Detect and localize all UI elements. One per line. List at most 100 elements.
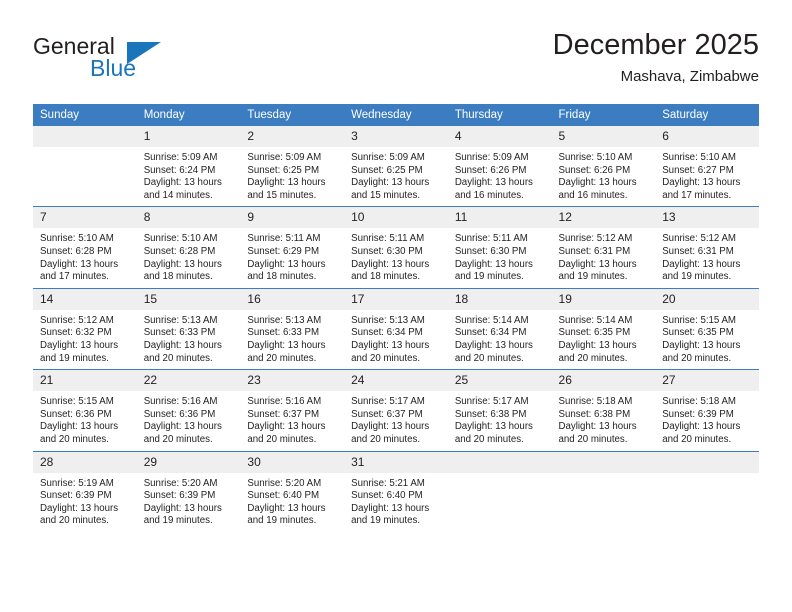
calendar-day-cell[interactable]: 15 Sunrise: 5:13 AM Sunset: 6:33 PM Dayligh…	[136, 287, 241, 370]
sunrise-text: Sunrise: 5:09 AM	[351, 152, 425, 163]
calendar-header-row: Sunday Monday Tuesday Wednesday Thursday Frid…	[33, 104, 759, 126]
daylight-text-cont: and 16 minutes.	[454, 189, 524, 201]
calendar-day-cell[interactable]: 21 Sunrise: 5:15 AM Sunset: 6:36 PM Dayligh…	[33, 369, 137, 451]
day-details: Sunrise: 5:10 AM Sunset: 6:26 PM Daylight:…	[552, 147, 656, 206]
sunset-text: Sunset: 6:25 PM	[351, 164, 423, 176]
day-details: Sunrise: 5:09 AM Sunset: 6:26 PM Daylight:…	[448, 147, 552, 206]
page-subtitle: Mashava, Zimbabwe	[620, 68, 759, 85]
sunrise-text: Sunrise: 5:14 AM	[558, 314, 633, 326]
calendar-day-cell[interactable]: 16 Sunrise: 5:13 AM Sunset: 6:33 PM Dayligh…	[240, 287, 345, 370]
calendar-week-row: 28 Sunrise: 5:19 AM Sunset: 6:39 PM Dayligh…	[33, 450, 759, 532]
calendar-day-cell[interactable]: 13 Sunrise: 5:12 AM Sunset: 6:31 PM Dayligh…	[655, 206, 759, 289]
daylight-text-cont: and 18 minutes.	[351, 271, 421, 283]
daylight-text: Daylight: 13 hours	[351, 421, 430, 433]
day-details: Sunrise: 5:10 AM Sunset: 6:28 PM Daylight:…	[33, 228, 137, 287]
calendar-day-cell[interactable]: 26 Sunrise: 5:18 AM Sunset: 6:38 PM Dayligh…	[551, 369, 656, 451]
calendar-day-cell[interactable]: 8 Sunrise: 5:10 AM Sunset: 6:28 PM Daylight…	[136, 206, 241, 289]
daylight-text-cont: and 20 minutes.	[40, 433, 109, 445]
day-details: Sunrise: 5:10 AM Sunset: 6:28 PM Daylight:…	[137, 228, 241, 287]
sunset-text: Sunset: 6:28 PM	[40, 245, 112, 257]
calendar-day-cell[interactable]: 25 Sunrise: 5:17 AM Sunset: 6:38 PM Dayligh…	[447, 369, 552, 451]
daylight-text: Daylight: 13 hours	[351, 177, 430, 189]
day-details: Sunrise: 5:11 AM Sunset: 6:30 PM Daylight:…	[448, 228, 552, 287]
weekday-header-friday: Friday	[551, 104, 656, 126]
calendar-day-cell[interactable]: 19 Sunrise: 5:14 AM Sunset: 6:35 PM Dayligh…	[551, 287, 656, 370]
daylight-text-cont: and 19 minutes.	[558, 271, 628, 283]
day-number: 10	[344, 207, 448, 229]
calendar-day-cell[interactable]: 7 Sunrise: 5:10 AM Sunset: 6:28 PM Daylight…	[33, 206, 137, 289]
day-details: Sunrise: 5:13 AM Sunset: 6:33 PM Daylight:…	[240, 310, 344, 369]
sunset-text: Sunset: 6:30 PM	[454, 245, 527, 257]
sunrise-text: Sunrise: 5:09 AM	[143, 152, 218, 163]
day-details: Sunrise: 5:12 AM Sunset: 6:31 PM Daylight:…	[655, 228, 759, 287]
sunrise-text: Sunrise: 5:16 AM	[143, 396, 218, 408]
calendar-day-cell[interactable]: 5 Sunrise: 5:10 AM Sunset: 6:26 PM Daylight…	[551, 126, 656, 207]
calendar-day-cell[interactable]: 18 Sunrise: 5:14 AM Sunset: 6:34 PM Dayligh…	[447, 287, 552, 370]
daylight-text: Daylight: 13 hours	[247, 258, 326, 270]
day-details	[552, 473, 656, 482]
calendar-day-cell[interactable]: 27 Sunrise: 5:18 AM Sunset: 6:39 PM Dayligh…	[655, 369, 759, 451]
day-number: 12	[551, 207, 656, 229]
calendar-day-cell[interactable]: 4 Sunrise: 5:09 AM Sunset: 6:26 PM Daylight…	[447, 126, 552, 207]
sunset-text: Sunset: 6:38 PM	[454, 408, 527, 420]
daylight-text-cont: and 20 minutes.	[454, 433, 524, 445]
day-details	[448, 473, 552, 482]
sunrise-text: Sunrise: 5:19 AM	[40, 477, 114, 489]
day-details: Sunrise: 5:10 AM Sunset: 6:27 PM Daylight:…	[655, 147, 759, 206]
sunrise-text: Sunrise: 5:18 AM	[558, 396, 633, 408]
daylight-text-cont: and 19 minutes.	[247, 515, 317, 527]
sunset-text: Sunset: 6:26 PM	[558, 164, 631, 176]
weekday-header-monday: Monday	[136, 104, 241, 126]
calendar-day-cell[interactable]: 28 Sunrise: 5:19 AM Sunset: 6:39 PM Dayligh…	[33, 450, 137, 532]
daylight-text: Daylight: 13 hours	[454, 421, 533, 433]
day-details	[655, 473, 759, 482]
calendar-day-cell[interactable]: 24 Sunrise: 5:17 AM Sunset: 6:37 PM Dayligh…	[344, 369, 448, 451]
calendar-day-cell[interactable]: 17 Sunrise: 5:13 AM Sunset: 6:34 PM Dayligh…	[344, 287, 448, 370]
day-number: 6	[655, 126, 759, 147]
daylight-text-cont: and 20 minutes.	[662, 352, 732, 364]
day-details: Sunrise: 5:16 AM Sunset: 6:36 PM Daylight:…	[137, 391, 241, 450]
calendar-day-cell[interactable]: 20 Sunrise: 5:15 AM Sunset: 6:35 PM Dayligh…	[655, 287, 759, 370]
day-details: Sunrise: 5:17 AM Sunset: 6:38 PM Daylight:…	[448, 391, 552, 450]
calendar-day-cell[interactable]: 22 Sunrise: 5:16 AM Sunset: 6:36 PM Dayligh…	[136, 369, 241, 451]
calendar-day-cell[interactable]: 30 Sunrise: 5:20 AM Sunset: 6:40 PM Dayligh…	[240, 450, 345, 532]
calendar-day-cell[interactable]: 9 Sunrise: 5:11 AM Sunset: 6:29 PM Daylight…	[240, 206, 345, 289]
daylight-text: Daylight: 13 hours	[351, 502, 430, 514]
daylight-text-cont: and 18 minutes.	[247, 271, 317, 283]
sunrise-text: Sunrise: 5:20 AM	[143, 477, 218, 489]
calendar-day-cell[interactable]: 23 Sunrise: 5:16 AM Sunset: 6:37 PM Dayligh…	[240, 369, 345, 451]
daylight-text: Daylight: 13 hours	[558, 339, 637, 351]
calendar-day-cell[interactable]: 14 Sunrise: 5:12 AM Sunset: 6:32 PM Dayligh…	[33, 287, 137, 370]
sunrise-text: Sunrise: 5:12 AM	[662, 233, 736, 245]
daylight-text-cont: and 20 minutes.	[247, 433, 317, 445]
sunrise-text: Sunrise: 5:17 AM	[351, 396, 425, 408]
calendar-day-cell[interactable]: 2 Sunrise: 5:09 AM Sunset: 6:25 PM Daylight…	[240, 126, 345, 207]
day-details: Sunrise: 5:11 AM Sunset: 6:30 PM Daylight:…	[344, 228, 448, 287]
calendar-day-cell-empty	[447, 450, 552, 532]
day-number: 30	[240, 451, 345, 473]
sunrise-text: Sunrise: 5:21 AM	[351, 477, 425, 489]
calendar-day-cell[interactable]: 31 Sunrise: 5:21 AM Sunset: 6:40 PM Dayligh…	[344, 450, 448, 532]
sunrise-text: Sunrise: 5:16 AM	[247, 396, 322, 408]
daylight-text-cont: and 17 minutes.	[40, 271, 109, 283]
calendar-day-cell[interactable]: 6 Sunrise: 5:10 AM Sunset: 6:27 PM Daylight…	[655, 126, 759, 207]
day-number: 21	[33, 370, 137, 392]
calendar-day-cell[interactable]: 11 Sunrise: 5:11 AM Sunset: 6:30 PM Dayligh…	[447, 206, 552, 289]
sunset-text: Sunset: 6:26 PM	[454, 164, 527, 176]
title-block: December 2025 Mashava, Zimbabwe	[553, 28, 759, 88]
day-number: 4	[447, 126, 552, 147]
calendar-day-cell[interactable]: 12 Sunrise: 5:12 AM Sunset: 6:31 PM Dayligh…	[551, 206, 656, 289]
daylight-text: Daylight: 13 hours	[662, 177, 741, 189]
calendar-day-cell[interactable]: 29 Sunrise: 5:20 AM Sunset: 6:39 PM Dayligh…	[136, 450, 241, 532]
sunset-text: Sunset: 6:27 PM	[662, 164, 734, 176]
day-details: Sunrise: 5:13 AM Sunset: 6:33 PM Daylight:…	[137, 310, 241, 369]
day-number: 13	[655, 207, 759, 229]
sunset-text: Sunset: 6:39 PM	[143, 490, 216, 502]
day-number: 29	[136, 451, 241, 473]
calendar-day-cell[interactable]: 3 Sunrise: 5:09 AM Sunset: 6:25 PM Daylight…	[344, 126, 448, 207]
daylight-text: Daylight: 13 hours	[40, 258, 119, 270]
calendar-day-cell[interactable]: 10 Sunrise: 5:11 AM Sunset: 6:30 PM Dayligh…	[344, 206, 448, 289]
sunrise-text: Sunrise: 5:15 AM	[662, 314, 736, 326]
day-number: 25	[447, 370, 552, 392]
calendar-day-cell[interactable]: 1 Sunrise: 5:09 AM Sunset: 6:24 PM Daylight…	[136, 126, 241, 207]
